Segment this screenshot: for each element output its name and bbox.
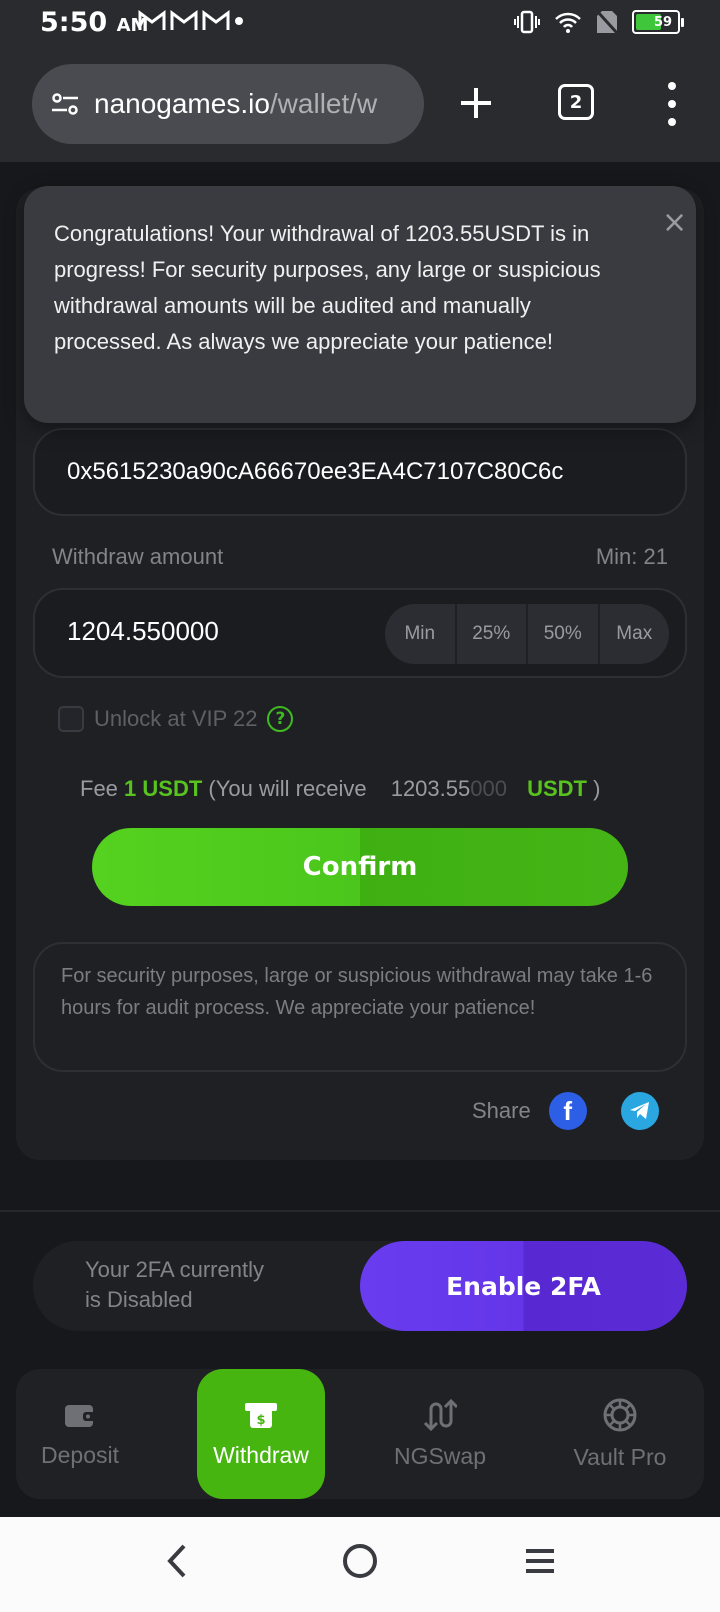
withdraw-amount-label: Withdraw amount <box>52 544 224 569</box>
status-bar: 5:50 AM 59 <box>0 0 720 50</box>
amount-label-row: Withdraw amount Min: 21 <box>52 544 668 570</box>
vip-unlock-row: Unlock at VIP 22 ? <box>58 706 294 732</box>
gmail-icon <box>202 10 230 30</box>
help-icon[interactable]: ? <box>267 706 294 732</box>
section-divider <box>0 1210 720 1212</box>
twofa-status-line2: is Disabled <box>85 1287 193 1312</box>
min-amount-label: Min: 21 <box>595 544 668 569</box>
min-button[interactable]: Min <box>385 604 457 664</box>
wallet-bottom-nav: Deposit $ Withdraw NGSwap Vault Pro <box>16 1369 704 1499</box>
url-path: /wallet/w <box>269 88 378 119</box>
toast-message: Congratulations! Your withdrawal of 1203… <box>54 221 601 354</box>
withdraw-amount-value[interactable]: 1204.550000 <box>67 616 219 647</box>
receive-amount-main: 1203.55 <box>390 776 471 801</box>
tab-switcher-button[interactable]: 2 <box>558 84 594 120</box>
50-percent-button[interactable]: 50% <box>528 604 600 664</box>
quick-amount-buttons: Min 25% 50% Max <box>385 604 669 664</box>
home-icon[interactable] <box>342 1543 378 1579</box>
site-settings-icon[interactable] <box>50 89 80 119</box>
twofa-panel: Your 2FA currently is Disabled Enable 2F… <box>33 1241 687 1331</box>
telegram-icon[interactable] <box>620 1092 659 1130</box>
receive-suffix: ) <box>593 776 601 801</box>
gmail-icon <box>138 10 166 30</box>
withdraw-amount-field[interactable]: 1204.550000 Min 25% 50% Max <box>33 588 687 678</box>
nav-label: Vault Pro <box>573 1443 667 1470</box>
notification-icons <box>138 10 244 32</box>
max-button[interactable]: Max <box>600 604 670 664</box>
withdraw-cash-icon: $ <box>245 1402 277 1428</box>
facebook-icon[interactable]: f <box>548 1092 587 1130</box>
more-notifications-dot-icon <box>235 17 243 25</box>
status-time-text: 5:50 <box>40 7 108 38</box>
status-time: 5:50 AM <box>40 7 148 38</box>
enable-2fa-button[interactable]: Enable 2FA <box>360 1241 687 1331</box>
browser-toolbar: nanogames.io/wallet/w 2 <box>0 50 720 162</box>
vibrate-icon <box>514 10 540 34</box>
system-navigation-bar <box>0 1517 720 1612</box>
withdrawal-toast: Congratulations! Your withdrawal of 1203… <box>24 186 696 423</box>
battery-icon: 59 <box>632 10 684 34</box>
security-notice: For security purposes, large or suspicio… <box>33 942 687 1072</box>
recents-menu-icon[interactable] <box>524 1547 556 1575</box>
confirm-button[interactable]: Confirm <box>92 828 628 906</box>
twofa-status-line1: Your 2FA currently <box>85 1257 264 1282</box>
fee-label: Fee <box>80 776 118 801</box>
nav-label: Deposit <box>41 1441 119 1468</box>
share-label: Share <box>472 1098 531 1123</box>
no-sim-icon <box>596 10 618 34</box>
receive-unit: USDT <box>527 776 587 801</box>
svg-text:$: $ <box>256 1413 265 1428</box>
url-text[interactable]: nanogames.io/wallet/w <box>94 88 377 120</box>
25-percent-button[interactable]: 25% <box>457 604 528 664</box>
nav-deposit[interactable]: Deposit <box>16 1369 144 1499</box>
twofa-status: Your 2FA currently is Disabled <box>85 1255 264 1315</box>
back-icon[interactable] <box>166 1543 188 1579</box>
nav-vault-pro[interactable]: Vault Pro <box>556 1369 684 1499</box>
wifi-icon <box>555 12 581 33</box>
receive-amount-decimals: 000 <box>470 776 507 801</box>
new-tab-button[interactable] <box>456 78 496 128</box>
nav-withdraw[interactable]: $ Withdraw <box>197 1369 325 1499</box>
vip-unlock-checkbox[interactable] <box>58 706 84 732</box>
nav-label: Withdraw <box>213 1441 309 1468</box>
vault-icon <box>603 1398 637 1431</box>
share-row: Share f <box>472 1092 659 1130</box>
fee-summary: Fee 1 USDT (You will receive 1203.55000 … <box>80 776 600 802</box>
plus-icon <box>461 88 491 118</box>
receive-prefix: (You will receive <box>208 776 367 801</box>
close-icon[interactable]: × <box>662 208 687 238</box>
system-icons: 59 <box>514 10 684 34</box>
receive-amount: 1203.55000 <box>391 776 507 801</box>
battery-level: 59 <box>654 14 673 30</box>
wallet-icon <box>65 1404 95 1427</box>
withdraw-address-field[interactable]: 0x5615230a90cA66670ee3EA4C7107C80C6c <box>33 428 687 516</box>
browser-menu-button[interactable] <box>662 82 682 126</box>
url-host: nanogames.io <box>94 88 270 119</box>
gmail-icon <box>170 10 198 30</box>
vip-unlock-label: Unlock at VIP 22 <box>94 706 258 731</box>
withdraw-address-value: 0x5615230a90cA66670ee3EA4C7107C80C6c <box>67 458 564 485</box>
nav-label: NGSwap <box>393 1442 487 1469</box>
url-bar[interactable]: nanogames.io/wallet/w <box>32 64 424 144</box>
swap-icon <box>423 1398 457 1431</box>
fee-value: 1 USDT <box>124 776 203 801</box>
nav-ngswap[interactable]: NGSwap <box>376 1369 504 1499</box>
